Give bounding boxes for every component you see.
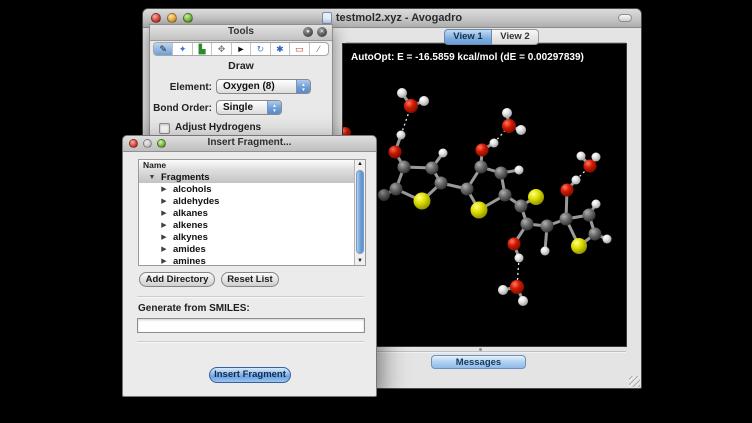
scrollbar-thumb[interactable] (356, 170, 364, 254)
measure-tool[interactable]: ▭ (290, 43, 309, 55)
list-scrollbar[interactable]: ▲ ▼ (354, 160, 365, 265)
fragment-label: aldehydes (173, 196, 219, 207)
fragment-label: alkenes (173, 220, 208, 231)
scroll-up-icon[interactable]: ▲ (355, 160, 365, 168)
selection-tool-icon: ► (237, 44, 246, 54)
insert-fragment-button[interactable]: Insert Fragment (209, 367, 291, 383)
fragment-label: amines (173, 256, 206, 267)
manipulate-tool-icon: ✥ (218, 44, 226, 54)
fragment-tree-list[interactable]: Name ▼Fragments▶alcohols▶aldehydes▶alkan… (138, 159, 366, 266)
active-tool-label: Draw (150, 60, 332, 72)
splitter-handle[interactable] (479, 348, 482, 351)
auto-optimize-tool-icon: ✱ (276, 44, 284, 54)
desktop: testmol2.xyz - Avogadro View 1View 2 Aut… (0, 0, 752, 423)
window-title: testmol2.xyz - Avogadro (336, 12, 462, 24)
tree-collapsed-icon[interactable]: ▶ (160, 233, 168, 241)
messages-splitter[interactable] (344, 351, 626, 353)
fragment-label: alcohols (173, 184, 212, 195)
tree-item-aldehydes[interactable]: ▶ aldehydes (139, 195, 354, 207)
dialog-titlebar[interactable]: Insert Fragment... (123, 136, 376, 152)
tree-collapsed-icon[interactable]: ▶ (160, 197, 168, 205)
tools-titlebar[interactable]: Tools ●✕ (150, 25, 332, 41)
separator (137, 296, 364, 298)
align-tool[interactable]: ∕ (310, 43, 328, 55)
add-directory-button[interactable]: Add Directory (139, 272, 215, 287)
draw-tool[interactable]: ✎ (154, 43, 173, 55)
fragment-rows: ▼ Fragments ▶ alcohols ▶ aldehydes ▶ alkanes ▶ al… (139, 171, 354, 265)
measure-tool-icon: ▭ (295, 44, 304, 54)
smiles-label: Generate from SMILES: (138, 303, 250, 314)
auto-rotate-tool-icon: ↻ (257, 44, 265, 54)
fragment-label: alkynes (173, 232, 208, 243)
tree-item-amides[interactable]: ▶ amides (139, 243, 354, 255)
tree-expanded-icon[interactable]: ▼ (148, 174, 156, 181)
bond-centric-tool-icon: ▙ (199, 44, 206, 54)
tools-palette: Tools ●✕ ✎✦▙✥►↻✱▭∕ Draw Element: Oxygen … (149, 24, 333, 142)
autoopt-status: AutoOpt: E = -16.5859 kcal/mol (dE = 0.0… (351, 52, 584, 63)
tree-item-fragments[interactable]: ▼ Fragments (139, 171, 354, 183)
view-tab-bar: View 1View 2 (444, 29, 539, 45)
tree-collapsed-icon[interactable]: ▶ (160, 221, 168, 229)
palette-buttons: ●✕ (303, 27, 327, 37)
auto-optimize-tool[interactable]: ✱ (271, 43, 290, 55)
scroll-down-icon[interactable]: ▼ (355, 257, 365, 265)
resize-grip[interactable] (629, 376, 640, 387)
draw-tool-icon: ✎ (159, 44, 167, 54)
tool-selector-bar: ✎ ✦ ▙ ✥ ► ↻ ✱ ▭ ∕ (153, 42, 329, 56)
navigate-tool-icon: ✦ (179, 44, 187, 54)
fragment-label: alkanes (173, 208, 208, 219)
fragment-label: amides (173, 244, 206, 255)
tree-collapsed-icon[interactable]: ▶ (160, 245, 168, 253)
tab-view-1[interactable]: View 1 (444, 29, 492, 45)
render-viewport[interactable]: AutoOpt: E = -16.5859 kcal/mol (dE = 0.0… (342, 43, 627, 347)
reset-list-button[interactable]: Reset List (221, 272, 279, 287)
element-label: Element: (150, 82, 212, 93)
tree-item-amines[interactable]: ▶ amines (139, 255, 354, 266)
align-tool-icon: ∕ (318, 44, 320, 54)
stepper-arrows-icon: ▲▼ (296, 80, 310, 93)
auto-rotate-tool[interactable]: ↻ (251, 43, 270, 55)
insert-fragment-dialog: Insert Fragment... Name ▼Fragments▶alcoh… (122, 135, 377, 397)
element-dropdown[interactable]: Oxygen (8) ▲▼ (216, 79, 311, 94)
molecule-render (343, 44, 628, 348)
bond-centric-tool[interactable]: ▙ (193, 43, 212, 55)
document-icon (322, 12, 332, 24)
adjust-hydrogens-label: Adjust Hydrogens (175, 122, 261, 133)
tree-item-alkynes[interactable]: ▶ alkynes (139, 231, 354, 243)
palette-float-button[interactable]: ● (303, 27, 313, 37)
tab-view-2[interactable]: View 2 (492, 29, 539, 45)
manipulate-tool[interactable]: ✥ (212, 43, 231, 55)
bond-order-label: Bond Order: (150, 103, 212, 114)
tree-item-alkenes[interactable]: ▶ alkenes (139, 219, 354, 231)
dialog-title: Insert Fragment... (123, 137, 376, 148)
adjust-hydrogens-checkbox[interactable] (159, 123, 170, 134)
navigate-tool[interactable]: ✦ (173, 43, 192, 55)
tree-collapsed-icon[interactable]: ▶ (160, 257, 168, 265)
tree-item-alcohols[interactable]: ▶ alcohols (139, 183, 354, 195)
tree-item-alkanes[interactable]: ▶ alkanes (139, 207, 354, 219)
separator (137, 341, 364, 343)
palette-close-button[interactable]: ✕ (317, 27, 327, 37)
bond-order-dropdown[interactable]: Single ▲▼ (216, 100, 282, 115)
toolbar-toggle-button[interactable] (618, 14, 632, 22)
selection-tool[interactable]: ► (232, 43, 251, 55)
tree-collapsed-icon[interactable]: ▶ (160, 209, 168, 217)
smiles-input[interactable] (137, 318, 365, 333)
stepper-arrows-icon: ▲▼ (267, 101, 281, 114)
tree-collapsed-icon[interactable]: ▶ (160, 185, 168, 193)
fragment-label: Fragments (161, 172, 210, 183)
messages-button[interactable]: Messages (431, 355, 526, 369)
